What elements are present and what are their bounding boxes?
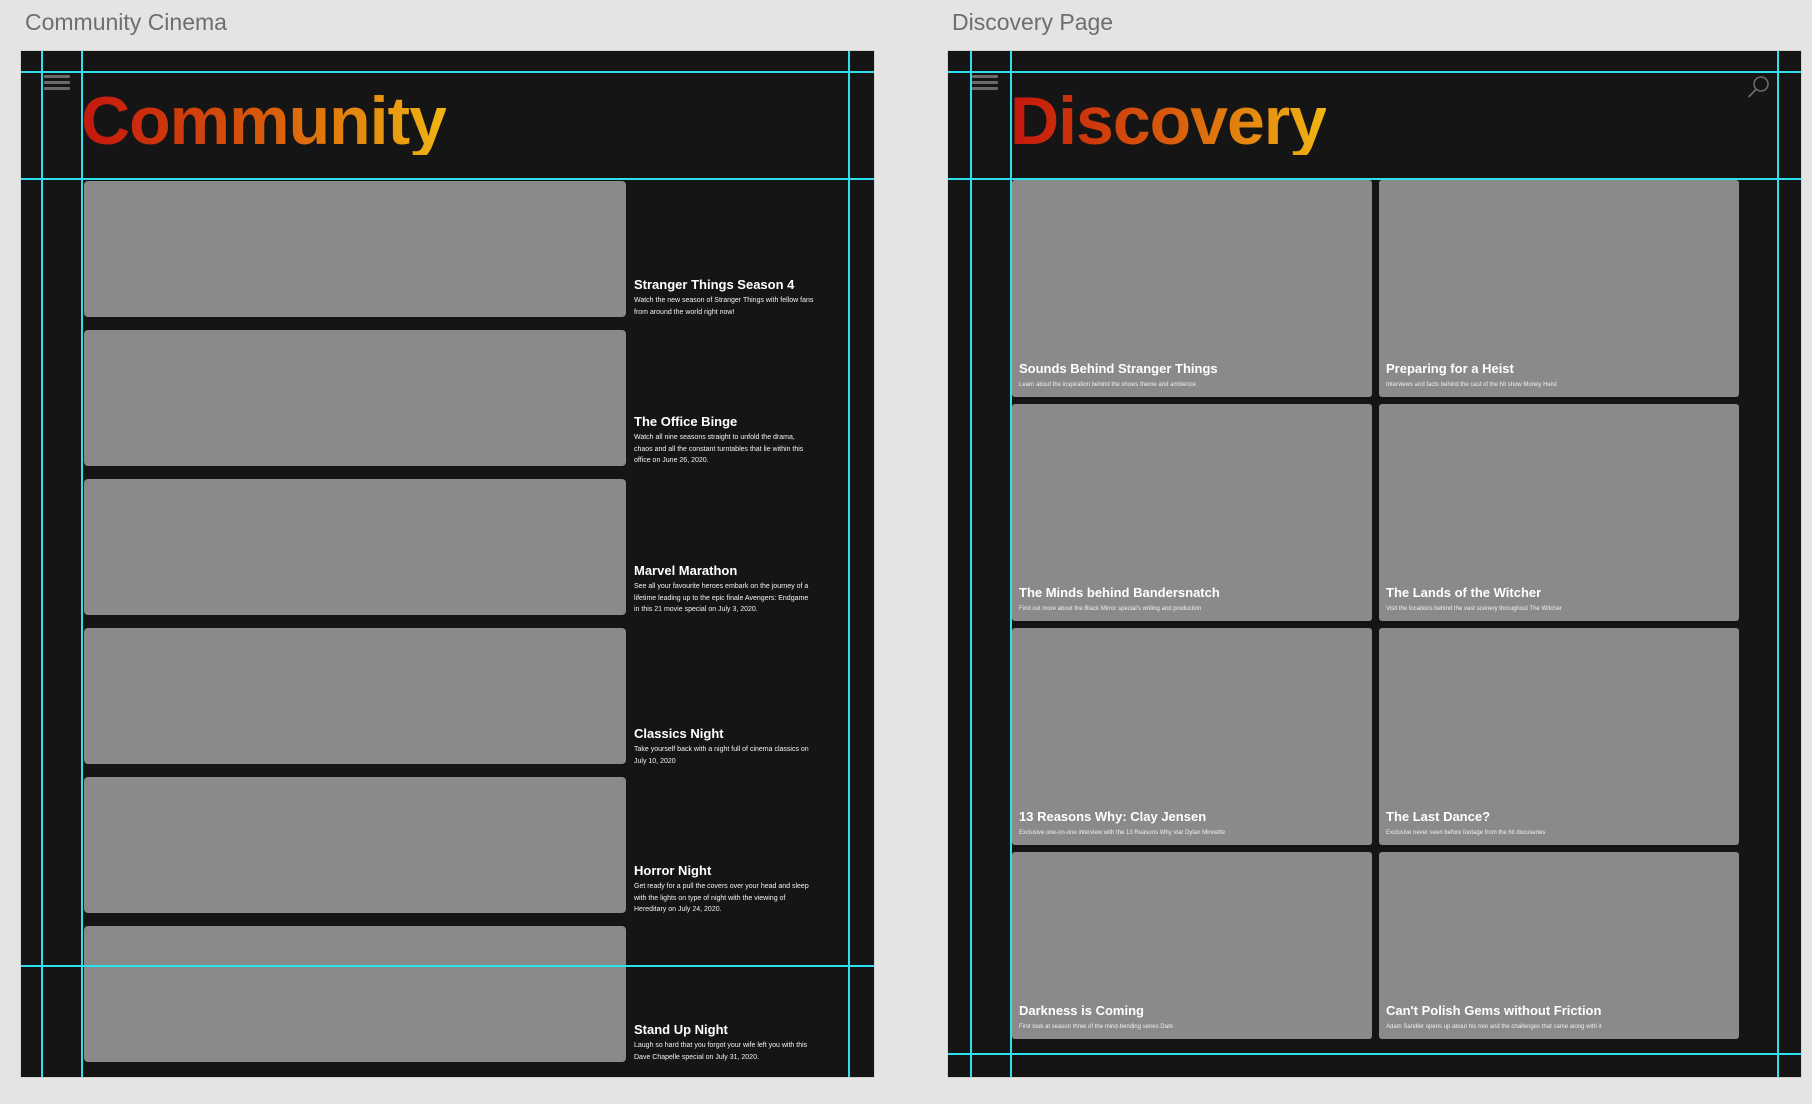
- card-title: Sounds Behind Stranger Things: [1019, 361, 1218, 376]
- event-description: See all your favourite heroes embark on …: [634, 583, 809, 613]
- discovery-artboard: Discovery Sounds Behind Stranger Things …: [948, 51, 1801, 1077]
- layout-guide: [848, 51, 850, 1077]
- page-title: Community: [81, 83, 447, 159]
- layout-guide: [948, 1053, 1801, 1055]
- discovery-card[interactable]: 13 Reasons Why: Clay Jensen Exclusive on…: [1012, 628, 1372, 845]
- layout-guide: [970, 51, 972, 1077]
- discovery-card[interactable]: Darkness is Coming First look at season …: [1012, 852, 1372, 1039]
- event-title: Stranger Things Season 4: [634, 277, 795, 292]
- event-info: Stand Up Night Laugh so hard that you fo…: [634, 1022, 814, 1063]
- event-item[interactable]: Horror Night Get ready for a pull the co…: [84, 777, 844, 914]
- card-title: Darkness is Coming: [1019, 1003, 1144, 1018]
- discovery-card-grid: Sounds Behind Stranger Things Learn abou…: [1012, 180, 1740, 1039]
- discovery-card[interactable]: The Last Dance? Exclusive never seen bef…: [1379, 628, 1739, 845]
- event-title: Marvel Marathon: [634, 563, 738, 578]
- layout-guide: [948, 178, 1801, 180]
- event-description: Take yourself back with a night full of …: [634, 746, 809, 765]
- event-item[interactable]: Marvel Marathon See all your favourite h…: [84, 479, 844, 616]
- hamburger-menu-icon[interactable]: [44, 75, 70, 91]
- card-description: Interviews and facts behind the cast of …: [1386, 382, 1557, 388]
- card-description: Visit the locations behind the vast scen…: [1386, 606, 1562, 612]
- event-thumbnail[interactable]: [84, 926, 626, 1062]
- event-item[interactable]: Stand Up Night Laugh so hard that you fo…: [84, 926, 844, 1063]
- event-list: Stranger Things Season 4 Watch the new s…: [84, 181, 844, 1075]
- layout-guide: [21, 178, 874, 180]
- artboard-label-community[interactable]: Community Cinema: [25, 9, 227, 36]
- event-thumbnail[interactable]: [84, 181, 626, 317]
- discovery-card[interactable]: Sounds Behind Stranger Things Learn abou…: [1012, 180, 1372, 397]
- event-info: Stranger Things Season 4 Watch the new s…: [634, 277, 814, 318]
- layout-guide: [81, 51, 83, 1077]
- event-title: Stand Up Night: [634, 1022, 728, 1037]
- layout-guide: [21, 71, 874, 73]
- discovery-card[interactable]: Can't Polish Gems without Friction Adam …: [1379, 852, 1739, 1039]
- layout-guide: [21, 965, 874, 967]
- layout-guide: [41, 51, 43, 1077]
- event-description: Watch the new season of Stranger Things …: [634, 297, 814, 316]
- event-thumbnail[interactable]: [84, 479, 626, 615]
- discovery-card[interactable]: Preparing for a Heist Interviews and fac…: [1379, 180, 1739, 397]
- card-title: The Last Dance?: [1386, 809, 1491, 824]
- event-thumbnail[interactable]: [84, 330, 626, 466]
- card-description: Exclusive never seen before footage from…: [1386, 830, 1546, 836]
- hamburger-menu-icon[interactable]: [972, 75, 998, 91]
- card-description: Find out more about the Black Mirror spe…: [1019, 606, 1202, 612]
- event-description: Get ready for a pull the covers over you…: [634, 883, 809, 913]
- event-thumbnail[interactable]: [84, 777, 626, 913]
- card-description: Exclusive one-on-one interview with the …: [1019, 830, 1226, 836]
- artboard-label-discovery[interactable]: Discovery Page: [952, 9, 1113, 36]
- event-info: Classics Night Take yourself back with a…: [634, 726, 814, 767]
- layout-guide: [1777, 51, 1779, 1077]
- card-description: Adam Sandler opens up about his role and…: [1386, 1024, 1602, 1030]
- layout-guide: [1010, 51, 1012, 1077]
- event-title: The Office Binge: [634, 414, 738, 429]
- event-description: Watch all nine seasons straight to unfol…: [634, 434, 804, 464]
- event-title: Classics Night: [634, 726, 724, 741]
- event-description: Laugh so hard that you forgot your wife …: [634, 1042, 808, 1061]
- event-item[interactable]: The Office Binge Watch all nine seasons …: [84, 330, 844, 467]
- search-icon[interactable]: [1747, 75, 1771, 99]
- discovery-card[interactable]: The Minds behind Bandersnatch Find out m…: [1012, 404, 1372, 621]
- card-title: Can't Polish Gems without Friction: [1386, 1003, 1602, 1018]
- card-description: Learn about the inspiration behind the s…: [1019, 382, 1197, 388]
- layout-guide: [948, 71, 1801, 73]
- event-item[interactable]: Stranger Things Season 4 Watch the new s…: [84, 181, 844, 318]
- card-title: Preparing for a Heist: [1386, 361, 1514, 376]
- event-thumbnail[interactable]: [84, 628, 626, 764]
- page-title: Discovery: [1010, 83, 1327, 159]
- card-title: The Minds behind Bandersnatch: [1019, 585, 1220, 600]
- event-title: Horror Night: [634, 863, 712, 878]
- card-description: First look at season three of the mind-b…: [1019, 1024, 1174, 1030]
- card-title: 13 Reasons Why: Clay Jensen: [1019, 809, 1207, 824]
- community-artboard: Community Stranger Things Season 4 Watch…: [21, 51, 874, 1077]
- card-title: The Lands of the Witcher: [1386, 585, 1542, 600]
- event-info: Marvel Marathon See all your favourite h…: [634, 563, 814, 616]
- event-info: The Office Binge Watch all nine seasons …: [634, 414, 814, 467]
- event-item[interactable]: Classics Night Take yourself back with a…: [84, 628, 844, 765]
- discovery-card[interactable]: The Lands of the Witcher Visit the locat…: [1379, 404, 1739, 621]
- event-info: Horror Night Get ready for a pull the co…: [634, 863, 814, 916]
